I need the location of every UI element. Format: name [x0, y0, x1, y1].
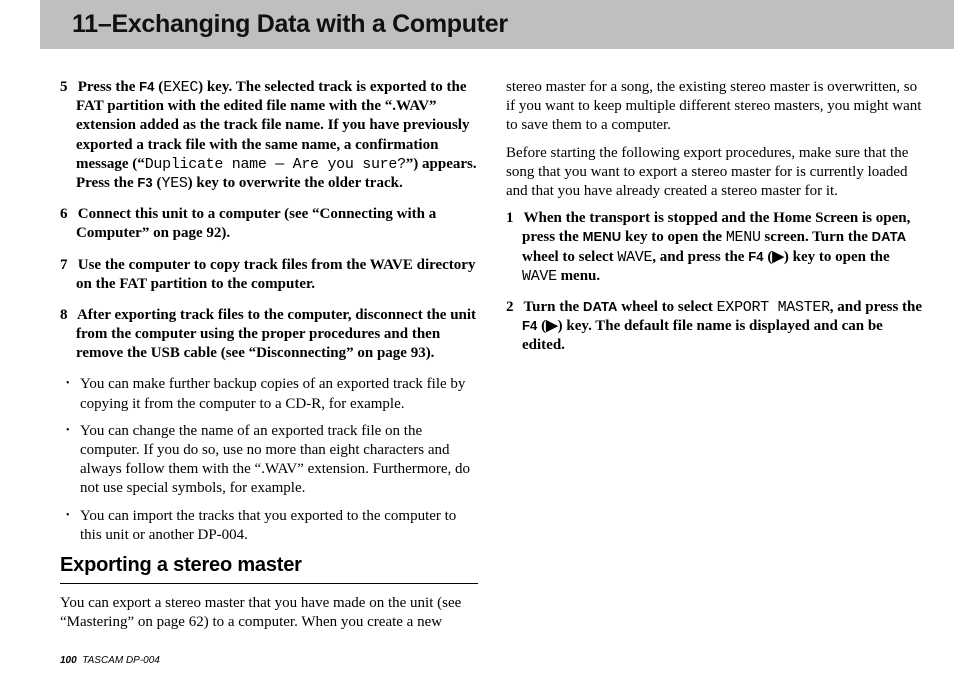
- step-8: 8 After exporting track files to the com…: [60, 306, 478, 364]
- notes-list-a: You can make further backup copies of an…: [60, 375, 478, 545]
- procedure-list-a: 5 Press the F4 (EXEC) key. The selected …: [60, 78, 478, 363]
- section-heading: Exporting a stereo master: [60, 553, 478, 579]
- key-label: DATA: [872, 229, 907, 244]
- lcd-text: Duplicate name — Are you sure?: [145, 156, 406, 173]
- key-label: F3: [137, 175, 152, 190]
- page-footer: 100 TASCAM DP-004: [60, 655, 160, 666]
- footer-model: TASCAM DP-004: [82, 655, 160, 666]
- step-number: 1: [506, 209, 520, 228]
- section-divider: [60, 583, 478, 584]
- chapter-heading: 11–Exchanging Data with a Computer: [72, 10, 954, 39]
- step-b2: 2 Turn the DATA wheel to select EXPORT M…: [506, 298, 924, 356]
- procedure-list-b: 1 When the transport is stopped and the …: [506, 209, 924, 355]
- lcd-text: EXPORT MASTER: [717, 299, 830, 316]
- section-paragraph: Before starting the following export pro…: [506, 144, 924, 202]
- lcd-text: YES: [162, 175, 188, 192]
- step-number: 2: [506, 298, 520, 317]
- note-item: You can make further backup copies of an…: [80, 375, 478, 413]
- step-6: 6 Connect this unit to a computer (see “…: [60, 205, 478, 243]
- body-text: 5 Press the F4 (EXEC) key. The selected …: [60, 78, 924, 650]
- key-label: F4: [139, 79, 154, 94]
- step-number: 7: [60, 256, 74, 275]
- page-number: 100: [60, 655, 77, 666]
- step-number: 6: [60, 205, 74, 224]
- step-text: Press the: [78, 79, 139, 95]
- chapter-title-text: Exchanging Data with a Computer: [111, 10, 507, 38]
- lcd-text: MENU: [726, 229, 761, 246]
- note-item: You can import the tracks that you expor…: [80, 507, 478, 545]
- step-5: 5 Press the F4 (EXEC) key. The selected …: [60, 78, 478, 193]
- lcd-text: WAVE: [617, 249, 652, 266]
- step-number: 5: [60, 78, 74, 97]
- step-text: Connect this unit to a computer (see “Co…: [76, 206, 436, 241]
- lcd-text: EXEC: [163, 79, 198, 96]
- key-label: F4: [522, 318, 537, 333]
- note-item: You can change the name of an exported t…: [80, 422, 478, 499]
- key-label: MENU: [583, 229, 622, 244]
- step-text: Use the computer to copy track files fro…: [76, 257, 475, 292]
- step-text: After exporting track files to the compu…: [76, 307, 476, 361]
- chapter-title-bar: 11–Exchanging Data with a Computer: [40, 0, 954, 49]
- key-label: DATA: [583, 299, 618, 314]
- step-number: 8: [60, 306, 74, 325]
- chapter-number: 11: [72, 10, 98, 38]
- step-b1: 1 When the transport is stopped and the …: [506, 209, 924, 286]
- manual-page: 11–Exchanging Data with a Computer 5 Pre…: [0, 0, 954, 680]
- page-frame: 11–Exchanging Data with a Computer 5 Pre…: [0, 0, 954, 680]
- step-7: 7 Use the computer to copy track files f…: [60, 256, 478, 294]
- lcd-text: WAVE: [522, 268, 557, 285]
- key-label: F4: [748, 249, 763, 264]
